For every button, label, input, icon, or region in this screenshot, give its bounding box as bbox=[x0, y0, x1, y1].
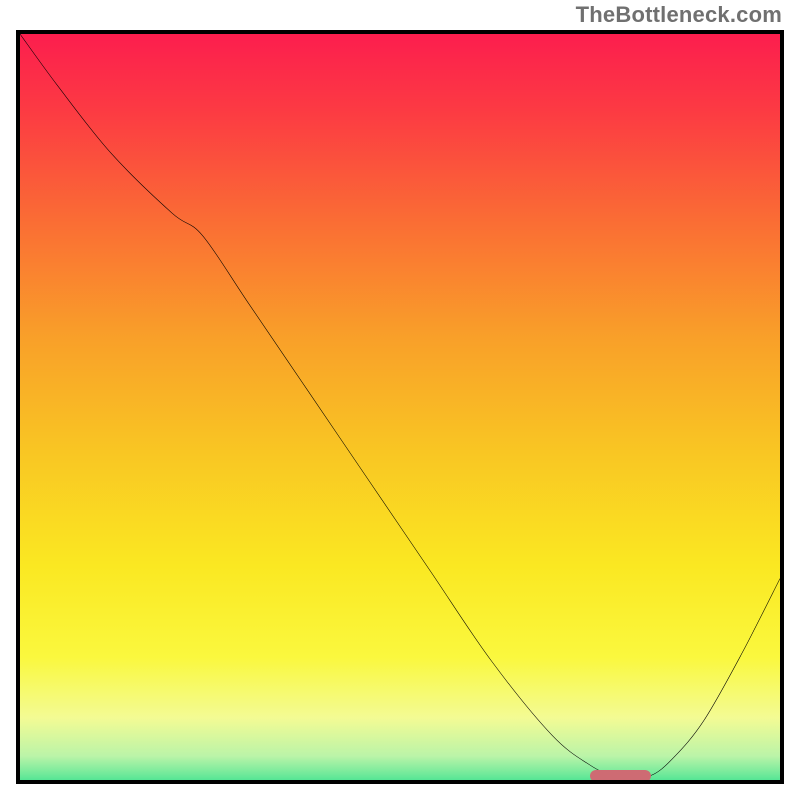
curve-layer bbox=[20, 34, 780, 780]
chart-container: TheBottleneck.com bbox=[0, 0, 800, 800]
watermark-text: TheBottleneck.com bbox=[576, 2, 782, 28]
optimal-range-marker bbox=[590, 770, 651, 782]
bottleneck-curve-path bbox=[20, 34, 780, 777]
plot-area bbox=[16, 30, 784, 784]
